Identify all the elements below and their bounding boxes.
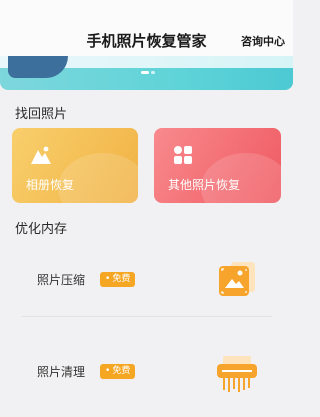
tool-label: 照片清理: [37, 365, 86, 379]
mountain-photo-icon: [30, 144, 52, 170]
album-recovery-label: 相册恢复: [26, 178, 75, 192]
free-badge: 免费: [100, 272, 136, 287]
tool-row-compress[interactable]: 照片压缩 免费: [12, 248, 281, 312]
consult-center-link[interactable]: 咨询中心: [241, 33, 285, 49]
recover-section-title: 找回照片: [15, 107, 68, 122]
tool-label: 照片压缩: [37, 273, 86, 287]
compress-photo-icon: [215, 258, 259, 302]
free-badge: 免费: [100, 364, 136, 379]
app-header: 手机照片恢复管家 咨询中心: [0, 0, 293, 62]
album-recovery-card[interactable]: 相册恢复: [12, 128, 138, 203]
shredder-icon: [215, 350, 259, 394]
grid-icon: [172, 144, 194, 170]
optimize-section-title: 优化内存: [15, 222, 68, 237]
other-photo-recovery-card[interactable]: 其他照片恢复: [154, 128, 281, 203]
other-photo-recovery-label: 其他照片恢复: [168, 178, 241, 192]
carousel-dot-active: [141, 71, 149, 74]
banner-carousel[interactable]: [0, 56, 293, 90]
tool-row-clean[interactable]: 照片清理 免费: [12, 340, 281, 404]
carousel-dot: [151, 71, 155, 74]
row-divider: [22, 316, 272, 317]
banner-illustration: [8, 56, 68, 78]
